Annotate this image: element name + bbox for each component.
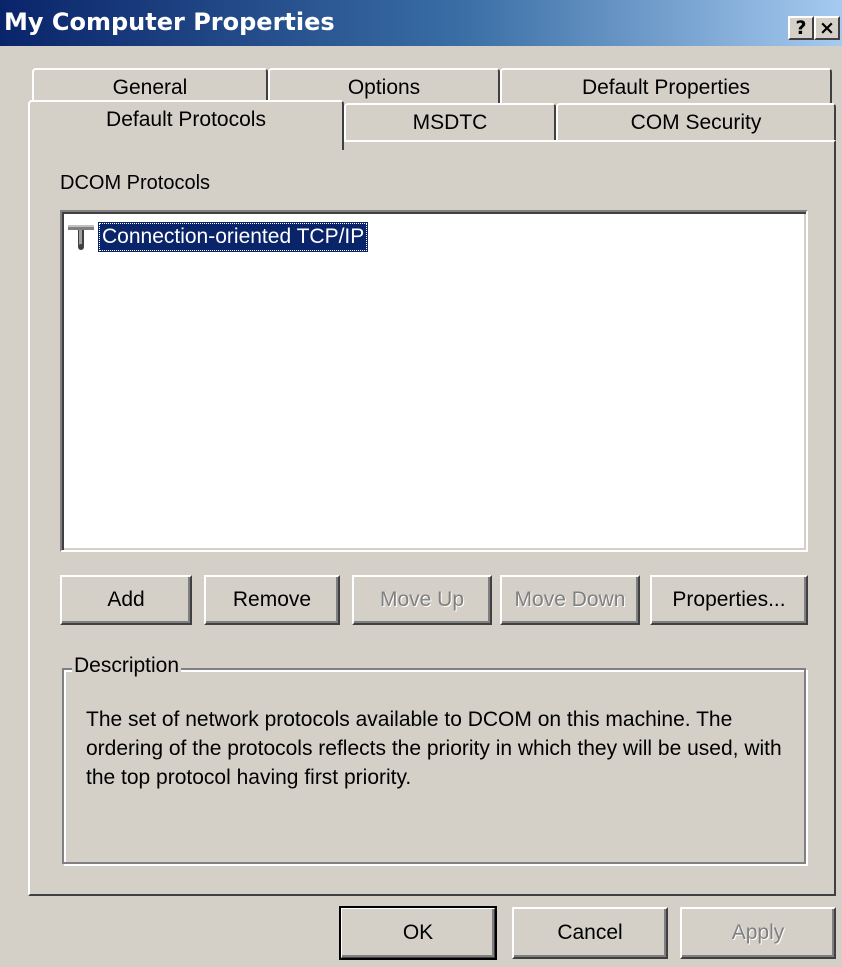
properties-button[interactable]: Properties... (650, 575, 808, 625)
ok-button[interactable]: OK (339, 906, 497, 960)
properties-dialog: My Computer Properties ? × General Optio… (0, 0, 842, 967)
add-button-label: Add (107, 588, 145, 611)
title-bar[interactable]: My Computer Properties ? × (0, 0, 842, 46)
window-title: My Computer Properties (4, 8, 335, 36)
remove-button[interactable]: Remove (204, 575, 340, 625)
tab-default-properties[interactable]: Default Properties (500, 68, 832, 106)
move-up-button[interactable]: Move Up (352, 575, 492, 625)
tab-com-security[interactable]: COM Security (556, 103, 836, 141)
close-button[interactable]: × (814, 16, 840, 40)
tab-default-protocols[interactable]: Default Protocols (28, 100, 344, 150)
cancel-button[interactable]: Cancel (512, 907, 668, 959)
add-button[interactable]: Add (60, 575, 192, 625)
move-up-button-label: Move Up (379, 588, 465, 611)
list-item-label: Connection-oriented TCP/IP (98, 222, 369, 252)
move-down-button-label: Move Down (514, 588, 626, 611)
description-title: Description (72, 654, 182, 678)
description-text: The set of network protocols available t… (86, 708, 782, 789)
tab-msdtc[interactable]: MSDTC (344, 103, 556, 141)
properties-button-label: Properties... (672, 588, 786, 611)
help-button[interactable]: ? (788, 16, 814, 40)
list-item[interactable]: Connection-oriented TCP/IP (66, 220, 369, 254)
protocols-listbox[interactable]: Connection-oriented TCP/IP (60, 210, 808, 552)
apply-button[interactable]: Apply (680, 907, 836, 959)
network-protocol-icon (68, 225, 94, 250)
dcom-protocols-label: DCOM Protocols (60, 172, 211, 194)
move-down-button[interactable]: Move Down (500, 575, 640, 625)
remove-button-label: Remove (232, 588, 312, 611)
